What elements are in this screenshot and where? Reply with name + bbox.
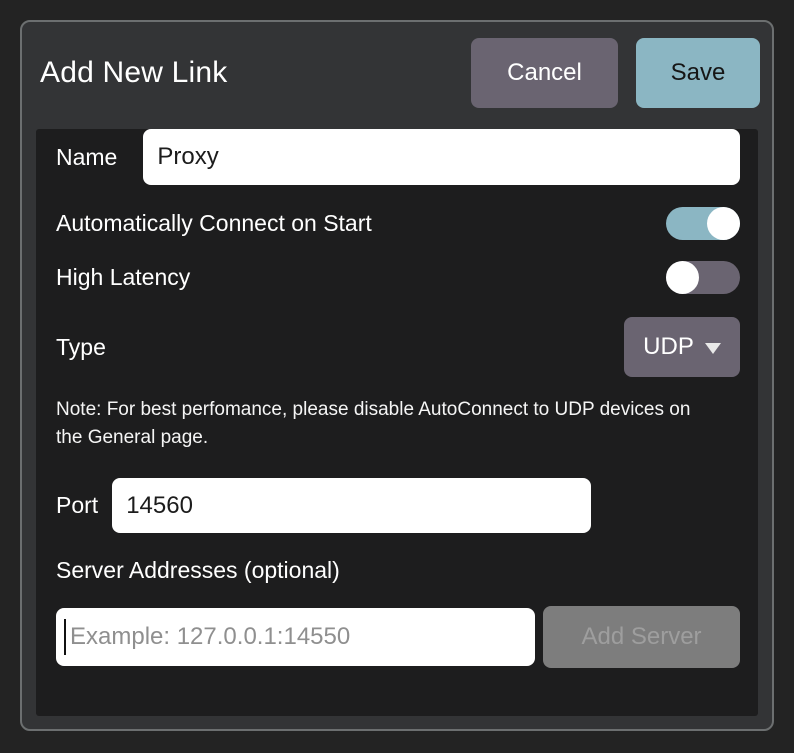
- high-latency-label: High Latency: [56, 264, 190, 291]
- type-dropdown[interactable]: UDP: [624, 317, 740, 377]
- toggle-knob: [707, 207, 740, 240]
- page-title: Add New Link: [40, 56, 471, 90]
- toggle-knob: [666, 261, 699, 294]
- add-server-button[interactable]: Add Server: [543, 606, 740, 668]
- server-address-input[interactable]: [56, 608, 535, 666]
- type-label: Type: [56, 334, 106, 361]
- high-latency-row: High Latency: [56, 261, 740, 294]
- cancel-button[interactable]: Cancel: [471, 38, 618, 108]
- type-row: Type UDP: [56, 317, 740, 377]
- server-address-row: Add Server: [56, 606, 740, 668]
- server-address-input-wrap: [56, 608, 535, 666]
- port-label: Port: [56, 492, 98, 519]
- name-label: Name: [56, 144, 117, 171]
- udp-note-text: Note: For best perfomance, please disabl…: [56, 396, 701, 452]
- dialog-header: Add New Link Cancel Save: [22, 22, 772, 108]
- save-button[interactable]: Save: [636, 38, 760, 108]
- high-latency-toggle[interactable]: [666, 261, 740, 294]
- link-settings-panel: Name Automatically Connect on Start High…: [36, 129, 758, 716]
- type-dropdown-value: UDP: [643, 333, 694, 361]
- port-row: Port: [56, 478, 740, 533]
- text-cursor: [64, 619, 66, 655]
- port-input[interactable]: [112, 478, 591, 533]
- auto-connect-label: Automatically Connect on Start: [56, 210, 372, 237]
- name-input[interactable]: [143, 129, 740, 185]
- auto-connect-row: Automatically Connect on Start: [56, 207, 740, 240]
- name-row: Name: [56, 129, 740, 185]
- chevron-down-icon: [705, 343, 721, 354]
- auto-connect-toggle[interactable]: [666, 207, 740, 240]
- server-addresses-label: Server Addresses (optional): [56, 557, 740, 584]
- add-link-dialog: Add New Link Cancel Save Name Automatica…: [20, 20, 774, 731]
